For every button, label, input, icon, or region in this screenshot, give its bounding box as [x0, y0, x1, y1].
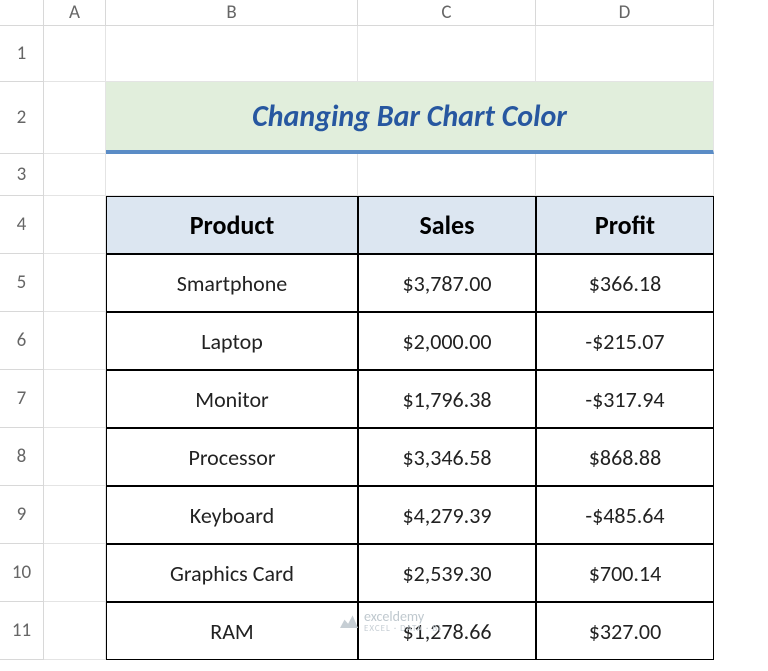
cell-A2[interactable]	[44, 82, 106, 154]
cell-profit-1[interactable]: -$215.07	[536, 312, 714, 370]
cell-B1[interactable]	[106, 26, 358, 82]
cell-product-2[interactable]: Monitor	[106, 370, 358, 428]
cell-D1[interactable]	[536, 26, 714, 82]
cell-sales-4[interactable]: $4,279.39	[358, 486, 536, 544]
cell-A7[interactable]	[44, 370, 106, 428]
row-header-8[interactable]: 8	[0, 428, 44, 486]
cell-profit-4[interactable]: -$485.64	[536, 486, 714, 544]
cell-product-1[interactable]: Laptop	[106, 312, 358, 370]
cell-product-5[interactable]: Graphics Card	[106, 544, 358, 602]
cell-A5[interactable]	[44, 254, 106, 312]
cell-A3[interactable]	[44, 154, 106, 196]
cell-sales-2[interactable]: $1,796.38	[358, 370, 536, 428]
header-product[interactable]: Product	[106, 196, 358, 254]
cell-sales-0[interactable]: $3,787.00	[358, 254, 536, 312]
cell-D3[interactable]	[536, 154, 714, 196]
col-header-C[interactable]: C	[358, 0, 536, 26]
cell-sales-1[interactable]: $2,000.00	[358, 312, 536, 370]
cell-product-4[interactable]: Keyboard	[106, 486, 358, 544]
row-header-3[interactable]: 3	[0, 154, 44, 196]
header-profit[interactable]: Profit	[536, 196, 714, 254]
title-cell[interactable]: Changing Bar Chart Color	[106, 82, 714, 154]
cell-A11[interactable]	[44, 602, 106, 660]
col-header-D[interactable]: D	[536, 0, 714, 26]
cell-A6[interactable]	[44, 312, 106, 370]
cell-A8[interactable]	[44, 428, 106, 486]
cell-B3[interactable]	[106, 154, 358, 196]
col-header-B[interactable]: B	[106, 0, 358, 26]
row-header-2[interactable]: 2	[0, 82, 44, 154]
cell-product-6[interactable]: RAM	[106, 602, 358, 660]
header-sales[interactable]: Sales	[358, 196, 536, 254]
cell-sales-3[interactable]: $3,346.58	[358, 428, 536, 486]
row-header-11[interactable]: 11	[0, 602, 44, 660]
cell-C1[interactable]	[358, 26, 536, 82]
row-header-4[interactable]: 4	[0, 196, 44, 254]
cell-profit-5[interactable]: $700.14	[536, 544, 714, 602]
row-header-7[interactable]: 7	[0, 370, 44, 428]
row-header-6[interactable]: 6	[0, 312, 44, 370]
cell-profit-2[interactable]: -$317.94	[536, 370, 714, 428]
cell-profit-6[interactable]: $327.00	[536, 602, 714, 660]
cell-profit-0[interactable]: $366.18	[536, 254, 714, 312]
cell-sales-5[interactable]: $2,539.30	[358, 544, 536, 602]
cell-A4[interactable]	[44, 196, 106, 254]
cell-A10[interactable]	[44, 544, 106, 602]
cell-sales-6[interactable]: $1,278.66	[358, 602, 536, 660]
cell-profit-3[interactable]: $868.88	[536, 428, 714, 486]
select-all-corner[interactable]	[0, 0, 44, 26]
row-header-10[interactable]: 10	[0, 544, 44, 602]
row-header-9[interactable]: 9	[0, 486, 44, 544]
cell-C3[interactable]	[358, 154, 536, 196]
cell-product-0[interactable]: Smartphone	[106, 254, 358, 312]
row-header-1[interactable]: 1	[0, 26, 44, 82]
spreadsheet-grid: A B C D 1 2 Changing Bar Chart Color 3 4…	[0, 0, 768, 660]
cell-A9[interactable]	[44, 486, 106, 544]
cell-A1[interactable]	[44, 26, 106, 82]
row-header-5[interactable]: 5	[0, 254, 44, 312]
cell-product-3[interactable]: Processor	[106, 428, 358, 486]
col-header-A[interactable]: A	[44, 0, 106, 26]
